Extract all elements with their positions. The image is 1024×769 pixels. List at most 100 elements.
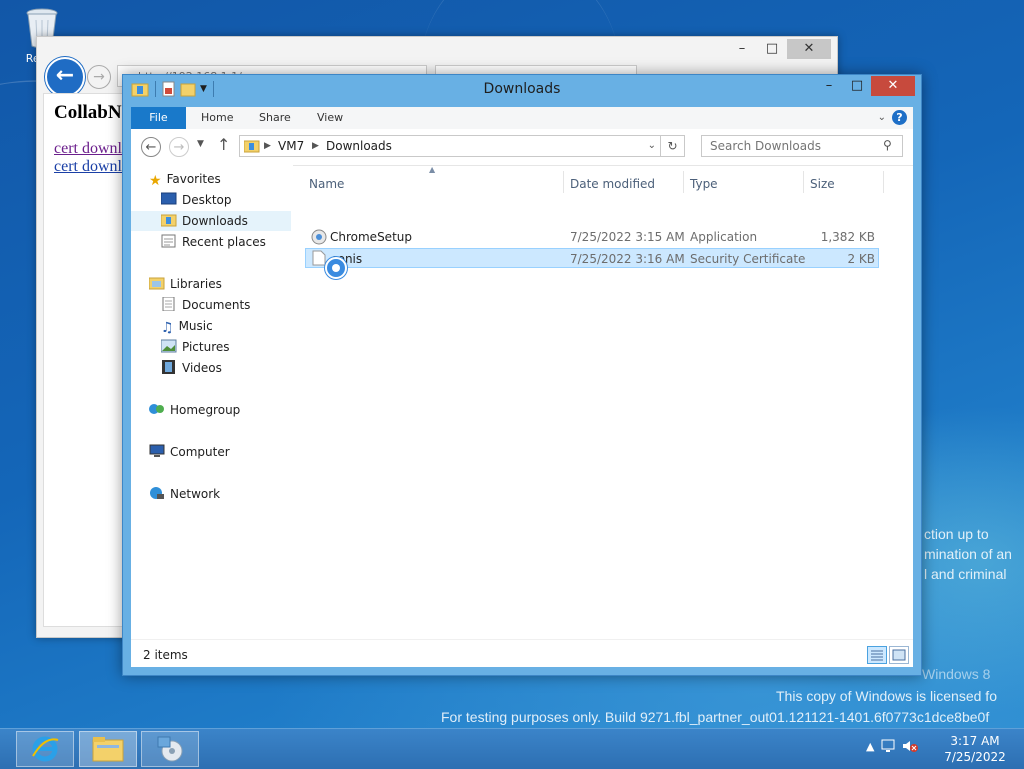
taskbar: ▲ 3:17 AM 7/25/2022 — [0, 728, 1024, 769]
nav-label: Libraries — [170, 277, 222, 291]
file-type: Security Certificate — [690, 252, 806, 266]
breadcrumb-downloads[interactable]: Downloads — [326, 136, 392, 156]
file-date: 7/25/2022 3:15 AM — [570, 230, 685, 244]
clock-time: 3:17 AM — [950, 734, 1000, 748]
column-divider[interactable] — [563, 171, 564, 193]
watermark-line: This copy of Windows is licensed fo — [776, 688, 997, 704]
application-icon — [311, 229, 327, 245]
downloads-folder-icon — [161, 214, 177, 227]
expand-ribbon-icon[interactable]: ⌄ — [878, 112, 886, 123]
back-arrow-icon[interactable]: ← — [45, 57, 85, 97]
breadcrumb-chevron-icon[interactable]: ▶ — [264, 136, 271, 156]
explorer-window[interactable]: ▼ Downloads – □ ✕ File Home Share View ⌄… — [122, 74, 922, 676]
forward-arrow-icon[interactable]: → — [87, 65, 111, 89]
back-arrow-icon[interactable]: ← — [141, 137, 161, 157]
explorer-titlebar[interactable]: ▼ Downloads – □ ✕ — [123, 75, 921, 105]
nav-computer[interactable]: Computer — [149, 442, 230, 462]
column-divider[interactable] — [883, 171, 884, 193]
nav-homegroup[interactable]: Homegroup — [149, 400, 240, 420]
column-divider[interactable] — [683, 171, 684, 193]
column-header-size[interactable]: Size — [810, 177, 835, 191]
desktop-icon — [161, 192, 177, 205]
large-icons-view-glyph — [892, 649, 906, 661]
address-bar[interactable]: ▶ VM7 ▶ Downloads ⌄ — [239, 135, 661, 157]
taskbar-ie-button[interactable] — [16, 731, 74, 767]
nav-label: Computer — [170, 445, 230, 459]
search-icon[interactable]: ⚲ — [883, 138, 892, 152]
column-header-type[interactable]: Type — [690, 177, 718, 191]
network-status-icon[interactable] — [880, 739, 896, 753]
nav-label: Videos — [182, 361, 222, 375]
pictures-icon — [161, 339, 177, 353]
close-button[interactable]: ✕ — [787, 39, 831, 59]
file-type: Application — [690, 230, 758, 244]
cert-download-link[interactable]: cert downlo — [54, 140, 130, 158]
star-icon: ★ — [149, 173, 162, 189]
ribbon-tabs: File Home Share View ⌄ ? — [131, 107, 913, 129]
network-icon — [150, 487, 164, 499]
file-explorer-icon — [92, 737, 124, 762]
homegroup-icon — [149, 404, 164, 414]
minimize-button[interactable]: – — [727, 39, 757, 59]
file-row-chromesetup[interactable]: ChromeSetup 7/25/2022 3:15 AM Applicatio… — [305, 227, 879, 247]
videos-icon — [162, 360, 175, 374]
nav-music[interactable]: ♫ Music — [161, 316, 213, 336]
clock[interactable]: 3:17 AM 7/25/2022 — [940, 733, 1010, 765]
large-icons-view-icon[interactable] — [889, 646, 909, 664]
caption-buttons: – □ ✕ — [815, 76, 915, 96]
column-divider[interactable] — [803, 171, 804, 193]
libraries-icon — [149, 277, 165, 290]
help-icon[interactable]: ? — [892, 110, 907, 125]
file-row-certificate[interactable]: conis 7/25/2022 3:16 AM Security Certifi… — [305, 248, 879, 268]
file-date: 7/25/2022 3:16 AM — [570, 252, 685, 266]
status-bar: 2 items — [131, 639, 913, 668]
minimize-button[interactable]: – — [815, 76, 843, 96]
nav-network[interactable]: Network — [149, 484, 220, 504]
nav-downloads[interactable]: Downloads — [131, 211, 291, 231]
nav-desktop[interactable]: Desktop — [161, 190, 232, 210]
nav-label: Desktop — [182, 193, 232, 207]
desktop: Recyc ction up to mination of an l and c… — [0, 0, 1024, 728]
explorer-body: ← → ▼ ↑ ▶ VM7 ▶ Downloads ⌄ ↻ ⚲ ★Favor — [131, 129, 913, 667]
volume-muted-icon[interactable] — [902, 739, 919, 753]
nav-documents[interactable]: Documents — [161, 295, 250, 315]
taskbar-explorer-button[interactable] — [79, 731, 137, 767]
tab-share[interactable]: Share — [259, 107, 291, 129]
nav-label: Favorites — [166, 172, 221, 186]
nav-libraries[interactable]: Libraries — [149, 274, 222, 294]
address-dropdown-icon[interactable]: ⌄ — [648, 136, 656, 156]
details-view-icon[interactable] — [867, 646, 887, 664]
tab-file[interactable]: File — [131, 107, 186, 129]
column-header-date-modified[interactable]: Date modified — [570, 177, 655, 191]
tab-home[interactable]: Home — [201, 107, 233, 129]
maximize-button[interactable]: □ — [843, 76, 871, 96]
maximize-button[interactable]: □ — [757, 39, 787, 59]
tab-view[interactable]: View — [317, 107, 343, 129]
nav-videos[interactable]: Videos — [161, 358, 222, 378]
nav-label: Documents — [182, 298, 251, 312]
taskbar-media-button[interactable] — [141, 731, 199, 767]
page-title: CollabNo — [54, 102, 132, 123]
file-list: ▲ Name Date modified Type Size ChromeSet… — [305, 165, 911, 645]
navigation-bar: ← → ▼ ↑ ▶ VM7 ▶ Downloads ⌄ ↻ ⚲ — [131, 129, 913, 166]
nav-recent-places[interactable]: Recent places — [161, 232, 266, 252]
forward-arrow-icon[interactable]: → — [169, 137, 189, 157]
show-hidden-icons-icon[interactable]: ▲ — [866, 740, 874, 753]
up-arrow-icon[interactable]: ↑ — [217, 135, 230, 154]
refresh-icon[interactable]: ↻ — [661, 135, 685, 157]
nav-pictures[interactable]: Pictures — [161, 337, 230, 357]
window-title: Downloads — [483, 81, 561, 97]
clock-date: 7/25/2022 — [944, 750, 1006, 764]
breadcrumb-vm7[interactable]: VM7 — [278, 136, 304, 156]
cert-download-link[interactable]: cert downlo — [54, 158, 130, 176]
breadcrumb-chevron-icon[interactable]: ▶ — [312, 136, 319, 156]
column-header-name[interactable]: Name — [309, 177, 344, 191]
recent-locations-icon[interactable]: ▼ — [197, 139, 204, 149]
close-button[interactable]: ✕ — [871, 76, 915, 96]
nav-label: Network — [170, 487, 221, 501]
search-input[interactable] — [701, 135, 903, 157]
watermark-line: Windows 8 — [922, 666, 991, 682]
documents-icon — [162, 297, 175, 311]
nav-favorites[interactable]: ★ Favorites — [149, 169, 221, 189]
ie-caption-buttons: – □ ✕ — [727, 39, 831, 59]
